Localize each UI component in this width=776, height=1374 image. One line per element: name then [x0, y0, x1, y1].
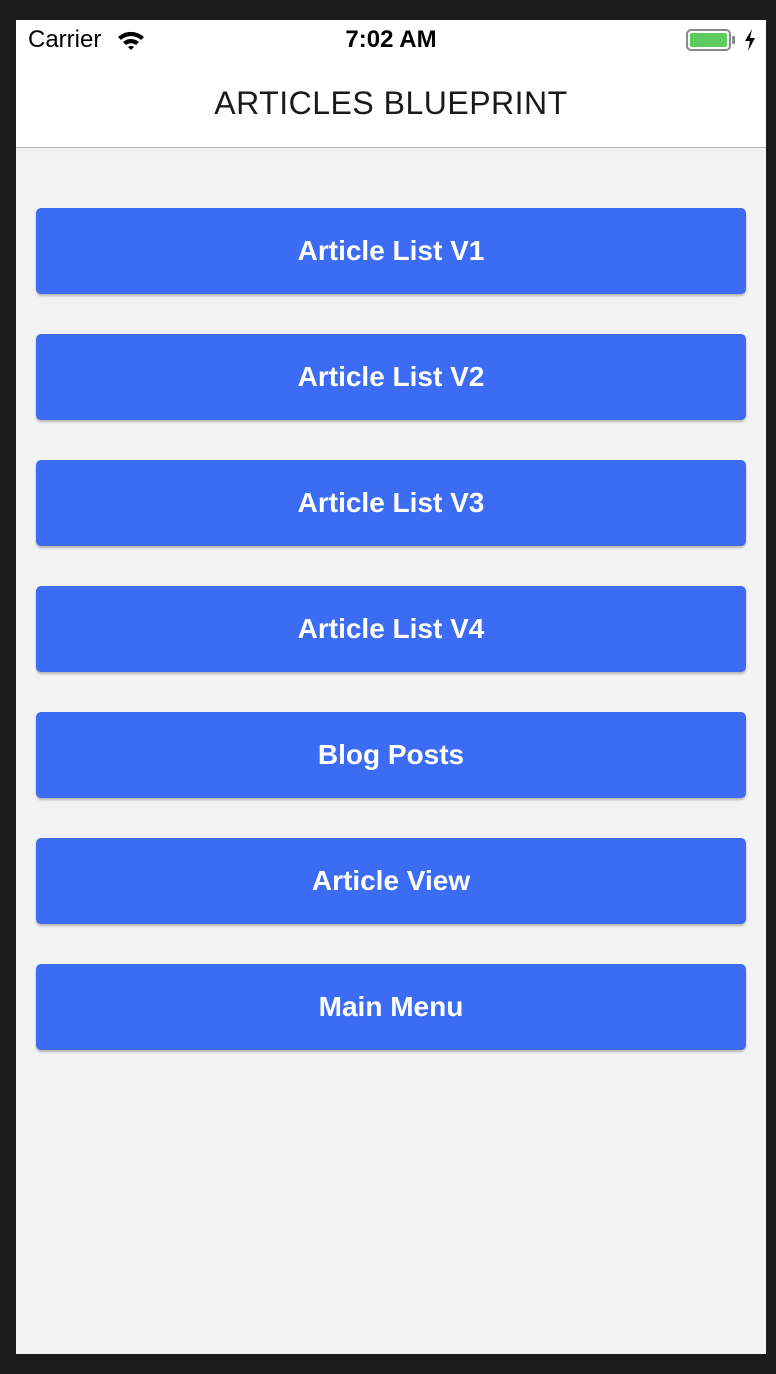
phone-screen: Carrier 7:02 AM ARTICLES BLUEPRINT Artic… — [16, 20, 766, 1354]
article-list-v2-button[interactable]: Article List V2 — [36, 334, 746, 420]
main-menu-button[interactable]: Main Menu — [36, 964, 746, 1050]
charging-bolt-icon — [745, 29, 755, 51]
navigation-bar: ARTICLES BLUEPRINT — [16, 60, 766, 148]
menu-list: Article List V1 Article List V2 Article … — [36, 208, 746, 1090]
page-title: ARTICLES BLUEPRINT — [214, 85, 568, 121]
blog-posts-button[interactable]: Blog Posts — [36, 712, 746, 798]
article-view-button[interactable]: Article View — [36, 838, 746, 924]
status-bar: Carrier 7:02 AM — [16, 20, 766, 60]
status-time: 7:02 AM — [345, 26, 437, 53]
article-list-v4-button[interactable]: Article List V4 — [36, 586, 746, 672]
article-list-v1-button[interactable]: Article List V1 — [36, 208, 746, 294]
battery-icon — [686, 29, 735, 51]
article-list-v3-button[interactable]: Article List V3 — [36, 460, 746, 546]
